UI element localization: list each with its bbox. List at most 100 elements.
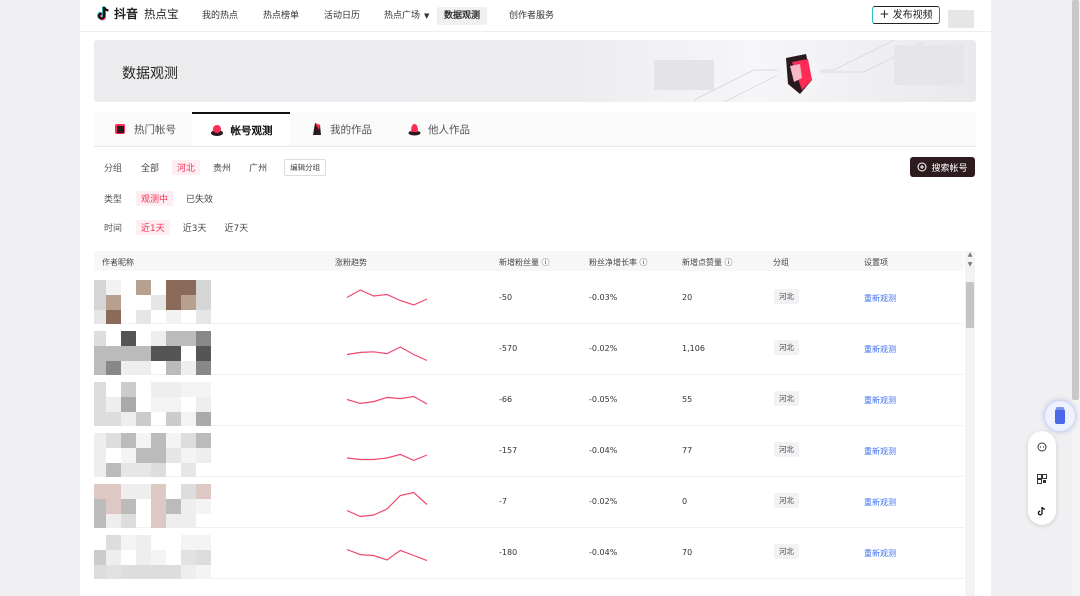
re-observe-link[interactable]: 重新观测 (864, 395, 896, 406)
table-row: -157 -0.04% 77 河北 重新观测 (94, 425, 964, 477)
nav-item-my-hotspot[interactable]: 我的热点 (195, 7, 245, 25)
tab-my-works[interactable]: 我的作品 (310, 112, 372, 146)
tab-account-observe[interactable]: 帐号观测 (192, 112, 290, 146)
filter-type-expired[interactable]: 已失效 (181, 191, 218, 206)
cell-growth-rate: -0.03% (589, 293, 618, 302)
search-account-button[interactable]: 搜索帐号 (910, 157, 975, 177)
top-nav: 抖音 热点宝 我的热点 热点榜单 活动日历 热点广场 ▼ 数据观测 创作者服务 +… (80, 0, 991, 32)
tab-hot-accounts[interactable]: 热门帐号 (114, 112, 176, 146)
table-row: -7 -0.02% 0 河北 重新观测 (94, 476, 964, 528)
cell-new-likes: 20 (682, 293, 693, 302)
cell-growth-rate: -0.04% (589, 446, 618, 455)
table-row: -50 -0.03% 20 河北 重新观测 (94, 272, 964, 324)
filter-time-3d[interactable]: 近3天 (178, 220, 212, 235)
scroll-thumb[interactable] (966, 282, 974, 328)
table-row: -570 -0.02% 1,106 河北 重新观测 (94, 323, 964, 375)
sparkline-path (346, 548, 428, 562)
page-scroll-thumb[interactable] (1072, 0, 1079, 400)
filter-group-all[interactable]: 全部 (136, 160, 164, 175)
re-observe-link[interactable]: 重新观测 (864, 344, 896, 355)
account-table: 作者昵称 涨粉趋势 新增粉丝量 ⓘ 粉丝净增长率 ⓘ 新增点赞量 ⓘ 分组 设置… (94, 251, 964, 596)
fans-trend-sparkline (346, 491, 428, 518)
group-tag: 河北 (774, 391, 799, 406)
filter-time-label: 时间 (104, 223, 123, 234)
main-page: 抖音 热点宝 我的热点 热点榜单 活动日历 热点广场 ▼ 数据观测 创作者服务 +… (80, 0, 991, 596)
douyin-app-icon[interactable] (1028, 501, 1056, 521)
avatar[interactable] (948, 10, 974, 28)
others-works-icon (408, 124, 421, 136)
chat-icon[interactable] (1028, 437, 1056, 457)
page-scrollbar[interactable] (1071, 0, 1080, 596)
assistant-cup-icon[interactable] (1045, 401, 1075, 431)
publish-video-button[interactable]: + 发布视频 (872, 6, 940, 24)
re-observe-link[interactable]: 重新观测 (864, 497, 896, 508)
tab-others-works-label: 他人作品 (428, 123, 470, 136)
caret-down-icon: ▼ (424, 12, 430, 20)
re-observe-link[interactable]: 重新观测 (864, 548, 896, 559)
cell-new-fans: -50 (499, 293, 513, 302)
group-tag: 河北 (774, 340, 799, 355)
cell-growth-rate: -0.05% (589, 395, 618, 404)
observe-icon (210, 124, 223, 136)
blurred-author-avatar[interactable] (94, 535, 211, 579)
douyin-logo-icon (97, 6, 109, 21)
nav-item-hot-list[interactable]: 热点榜单 (256, 7, 306, 25)
group-tag: 河北 (774, 289, 799, 304)
filter-type-observing[interactable]: 观测中 (136, 190, 174, 206)
tab-account-observe-label: 帐号观测 (230, 124, 273, 137)
nav-item-data-observe[interactable]: 数据观测 (437, 7, 488, 25)
blurred-author-avatar[interactable] (94, 433, 211, 477)
cell-new-fans: -157 (499, 446, 518, 455)
edit-group-button[interactable]: 编辑分组 (284, 158, 327, 176)
tab-bar: 热门帐号 帐号观测 我的作品 他人作品 (94, 112, 976, 147)
fans-trend-sparkline (346, 395, 428, 405)
filter-type-row: 类型 观测中 已失效 (104, 190, 226, 206)
blurred-author-avatar[interactable] (94, 331, 211, 375)
help-icon[interactable]: ⓘ (640, 258, 648, 267)
col-trend: 涨粉趋势 (335, 258, 367, 267)
nav-item-hot-square-label: 热点广场 (384, 11, 421, 21)
tab-others-works[interactable]: 他人作品 (408, 112, 470, 146)
nav-item-activity-calendar[interactable]: 活动日历 (317, 7, 367, 25)
filter-group-guangzhou[interactable]: 广州 (244, 160, 272, 175)
cup-icon (1055, 407, 1065, 424)
filter-time-row: 时间 近1天 近3天 近7天 (104, 219, 261, 235)
logo[interactable]: 抖音 热点宝 (97, 5, 179, 22)
cell-new-fans: -570 (499, 344, 518, 353)
group-tag: 河北 (774, 442, 799, 457)
help-icon[interactable]: ⓘ (542, 258, 550, 267)
nav-item-creator-service[interactable]: 创作者服务 (502, 7, 561, 25)
help-icon[interactable]: ⓘ (725, 258, 733, 267)
qrcode-icon[interactable] (1028, 469, 1056, 489)
filter-group-guizhou[interactable]: 贵州 (208, 160, 236, 175)
side-tool-panel (1028, 431, 1056, 525)
blurred-author-avatar[interactable] (94, 484, 211, 528)
nav-item-hot-square[interactable]: 热点广场 ▼ (377, 7, 436, 25)
filter-time-7d[interactable]: 近7天 (219, 220, 253, 235)
col-new-likes: 新增点赞量 ⓘ (682, 257, 733, 268)
page-banner: 数据观测 (94, 40, 976, 102)
cell-new-likes: 1,106 (682, 344, 705, 353)
cell-new-fans: -66 (499, 395, 513, 404)
scroll-down-icon[interactable]: ▼ (965, 261, 975, 271)
cell-new-likes: 55 (682, 395, 693, 404)
filter-group-hebei[interactable]: 河北 (172, 159, 201, 175)
tab-hot-accounts-label: 热门帐号 (134, 123, 176, 136)
blurred-author-avatar[interactable] (94, 280, 211, 324)
scroll-up-icon[interactable]: ▲ (965, 251, 975, 261)
brand-name: 抖音 (114, 7, 139, 21)
blurred-author-avatar[interactable] (94, 382, 211, 426)
group-tag: 河北 (774, 544, 799, 559)
re-observe-link[interactable]: 重新观测 (864, 446, 896, 457)
re-observe-link[interactable]: 重新观测 (864, 293, 896, 304)
filter-group-row: 分组 全部 河北 贵州 广州 编辑分组 (104, 158, 327, 176)
filter-time-1d[interactable]: 近1天 (136, 219, 170, 235)
filter-type-label: 类型 (104, 194, 123, 205)
cell-new-likes: 77 (682, 446, 693, 455)
table-scrollbar[interactable]: ▲ ▼ (965, 251, 975, 596)
col-settings: 设置项 (864, 258, 888, 267)
fans-trend-sparkline (346, 289, 428, 306)
table-header: 作者昵称 涨粉趋势 新增粉丝量 ⓘ 粉丝净增长率 ⓘ 新增点赞量 ⓘ 分组 设置… (94, 251, 964, 271)
sparkline-path (346, 346, 428, 362)
sparkline-path (346, 395, 428, 405)
